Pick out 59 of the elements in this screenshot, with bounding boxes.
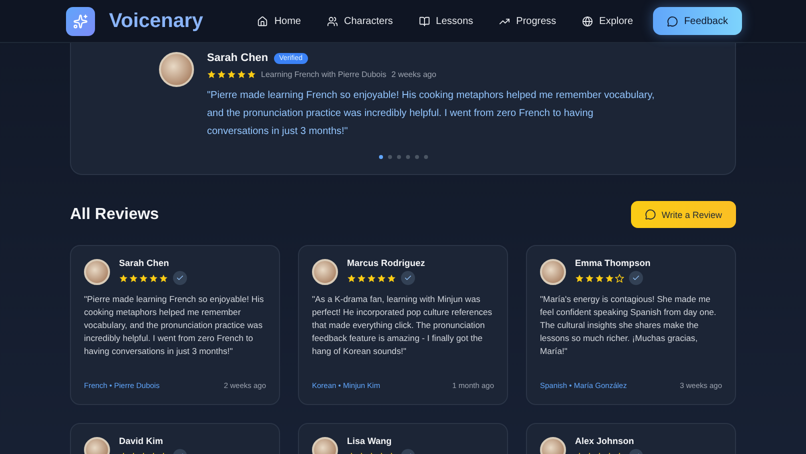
star-icon xyxy=(575,274,584,282)
book-icon xyxy=(418,16,430,26)
avatar xyxy=(159,52,194,87)
review-quote: "Pierre made learning French so enjoyable! His cooking metaphors helped me remember vocabulary, and the pronunciation practice was incredibly helpful. I went from zero French to having conversations in just 3 months!" xyxy=(84,293,265,358)
star-icon xyxy=(595,274,604,282)
star-icon xyxy=(159,274,168,282)
star-icon xyxy=(129,274,138,282)
star-icon xyxy=(377,274,386,282)
star-icon xyxy=(615,274,624,282)
nav-link[interactable]: Home xyxy=(257,16,301,26)
nav-link[interactable]: Progress xyxy=(499,16,556,26)
star-icon xyxy=(207,70,216,79)
avatar xyxy=(84,258,110,284)
review-meta: Learning French with Pierre Dubois xyxy=(261,70,386,79)
logo-icon xyxy=(66,6,95,36)
star-icon xyxy=(119,274,128,282)
section-title: All Reviews xyxy=(70,206,159,224)
carousel-dot[interactable] xyxy=(396,155,400,159)
star-icon xyxy=(247,70,256,79)
carousel-dot[interactable] xyxy=(414,155,418,159)
reviewer-name: David Kim xyxy=(119,436,164,446)
star-icon xyxy=(357,274,366,282)
star-icon xyxy=(605,274,614,282)
nav-link[interactable]: Characters xyxy=(327,16,393,26)
star-icon xyxy=(367,274,376,282)
star-icon xyxy=(149,274,158,282)
avatar xyxy=(540,258,566,284)
reviewer-name: Sarah Chen xyxy=(207,52,268,64)
nav-link[interactable]: Explore xyxy=(582,16,634,26)
carousel-dot[interactable] xyxy=(388,155,392,159)
review-quote: "Pierre made learning French so enjoyable! His cooking metaphors helped me remember vocabulary, and the pronunciation practice was incredibly helpful. I went from zero French to having conversations in just 3 months!" xyxy=(207,89,656,139)
nav-link[interactable]: Lessons xyxy=(418,16,474,26)
reviewer-name: Alex Johnson xyxy=(575,436,636,446)
home-icon xyxy=(257,16,268,26)
reviewer-name: Sarah Chen xyxy=(119,258,170,268)
star-icon xyxy=(387,274,396,282)
star-icon xyxy=(237,70,246,79)
chat-icon xyxy=(667,16,678,26)
star-icon xyxy=(139,274,148,282)
carousel-dot[interactable] xyxy=(406,155,410,159)
chat-icon xyxy=(644,209,656,220)
star-icon xyxy=(227,70,236,79)
review-quote: "María's energy is contagious! She made me feel confident speaking Spanish from day one. The cultural insights she shares make the lessons so much richer. ¡Muchas gracias, María!" xyxy=(540,293,718,358)
star-icon xyxy=(585,274,594,282)
reviewer-name: Emma Thompson xyxy=(575,258,651,268)
avatar xyxy=(312,258,338,284)
carousel-dot[interactable] xyxy=(424,155,428,159)
star-icon xyxy=(217,70,226,79)
review-quote: "As a K-drama fan, learning with Minjun was perfect! He incorporated pop culture references that made everything click. The pronunciation feedback feature is amazing - I finally got the hang of Korean sounds!" xyxy=(312,293,494,358)
write-review-button[interactable]: Write a Review xyxy=(630,201,736,228)
star-icon xyxy=(347,274,356,282)
reviewer-name: Marcus Rodriguez xyxy=(347,258,426,268)
people-icon xyxy=(327,16,338,26)
review-time: 2 weeks ago xyxy=(391,70,436,79)
brand-name: Voicenary xyxy=(109,10,204,32)
feedback-button[interactable]: Feedback xyxy=(653,7,742,35)
carousel-dot[interactable] xyxy=(378,155,382,159)
globe-icon xyxy=(582,16,594,26)
reviewer-name: Lisa Wang xyxy=(347,436,393,446)
